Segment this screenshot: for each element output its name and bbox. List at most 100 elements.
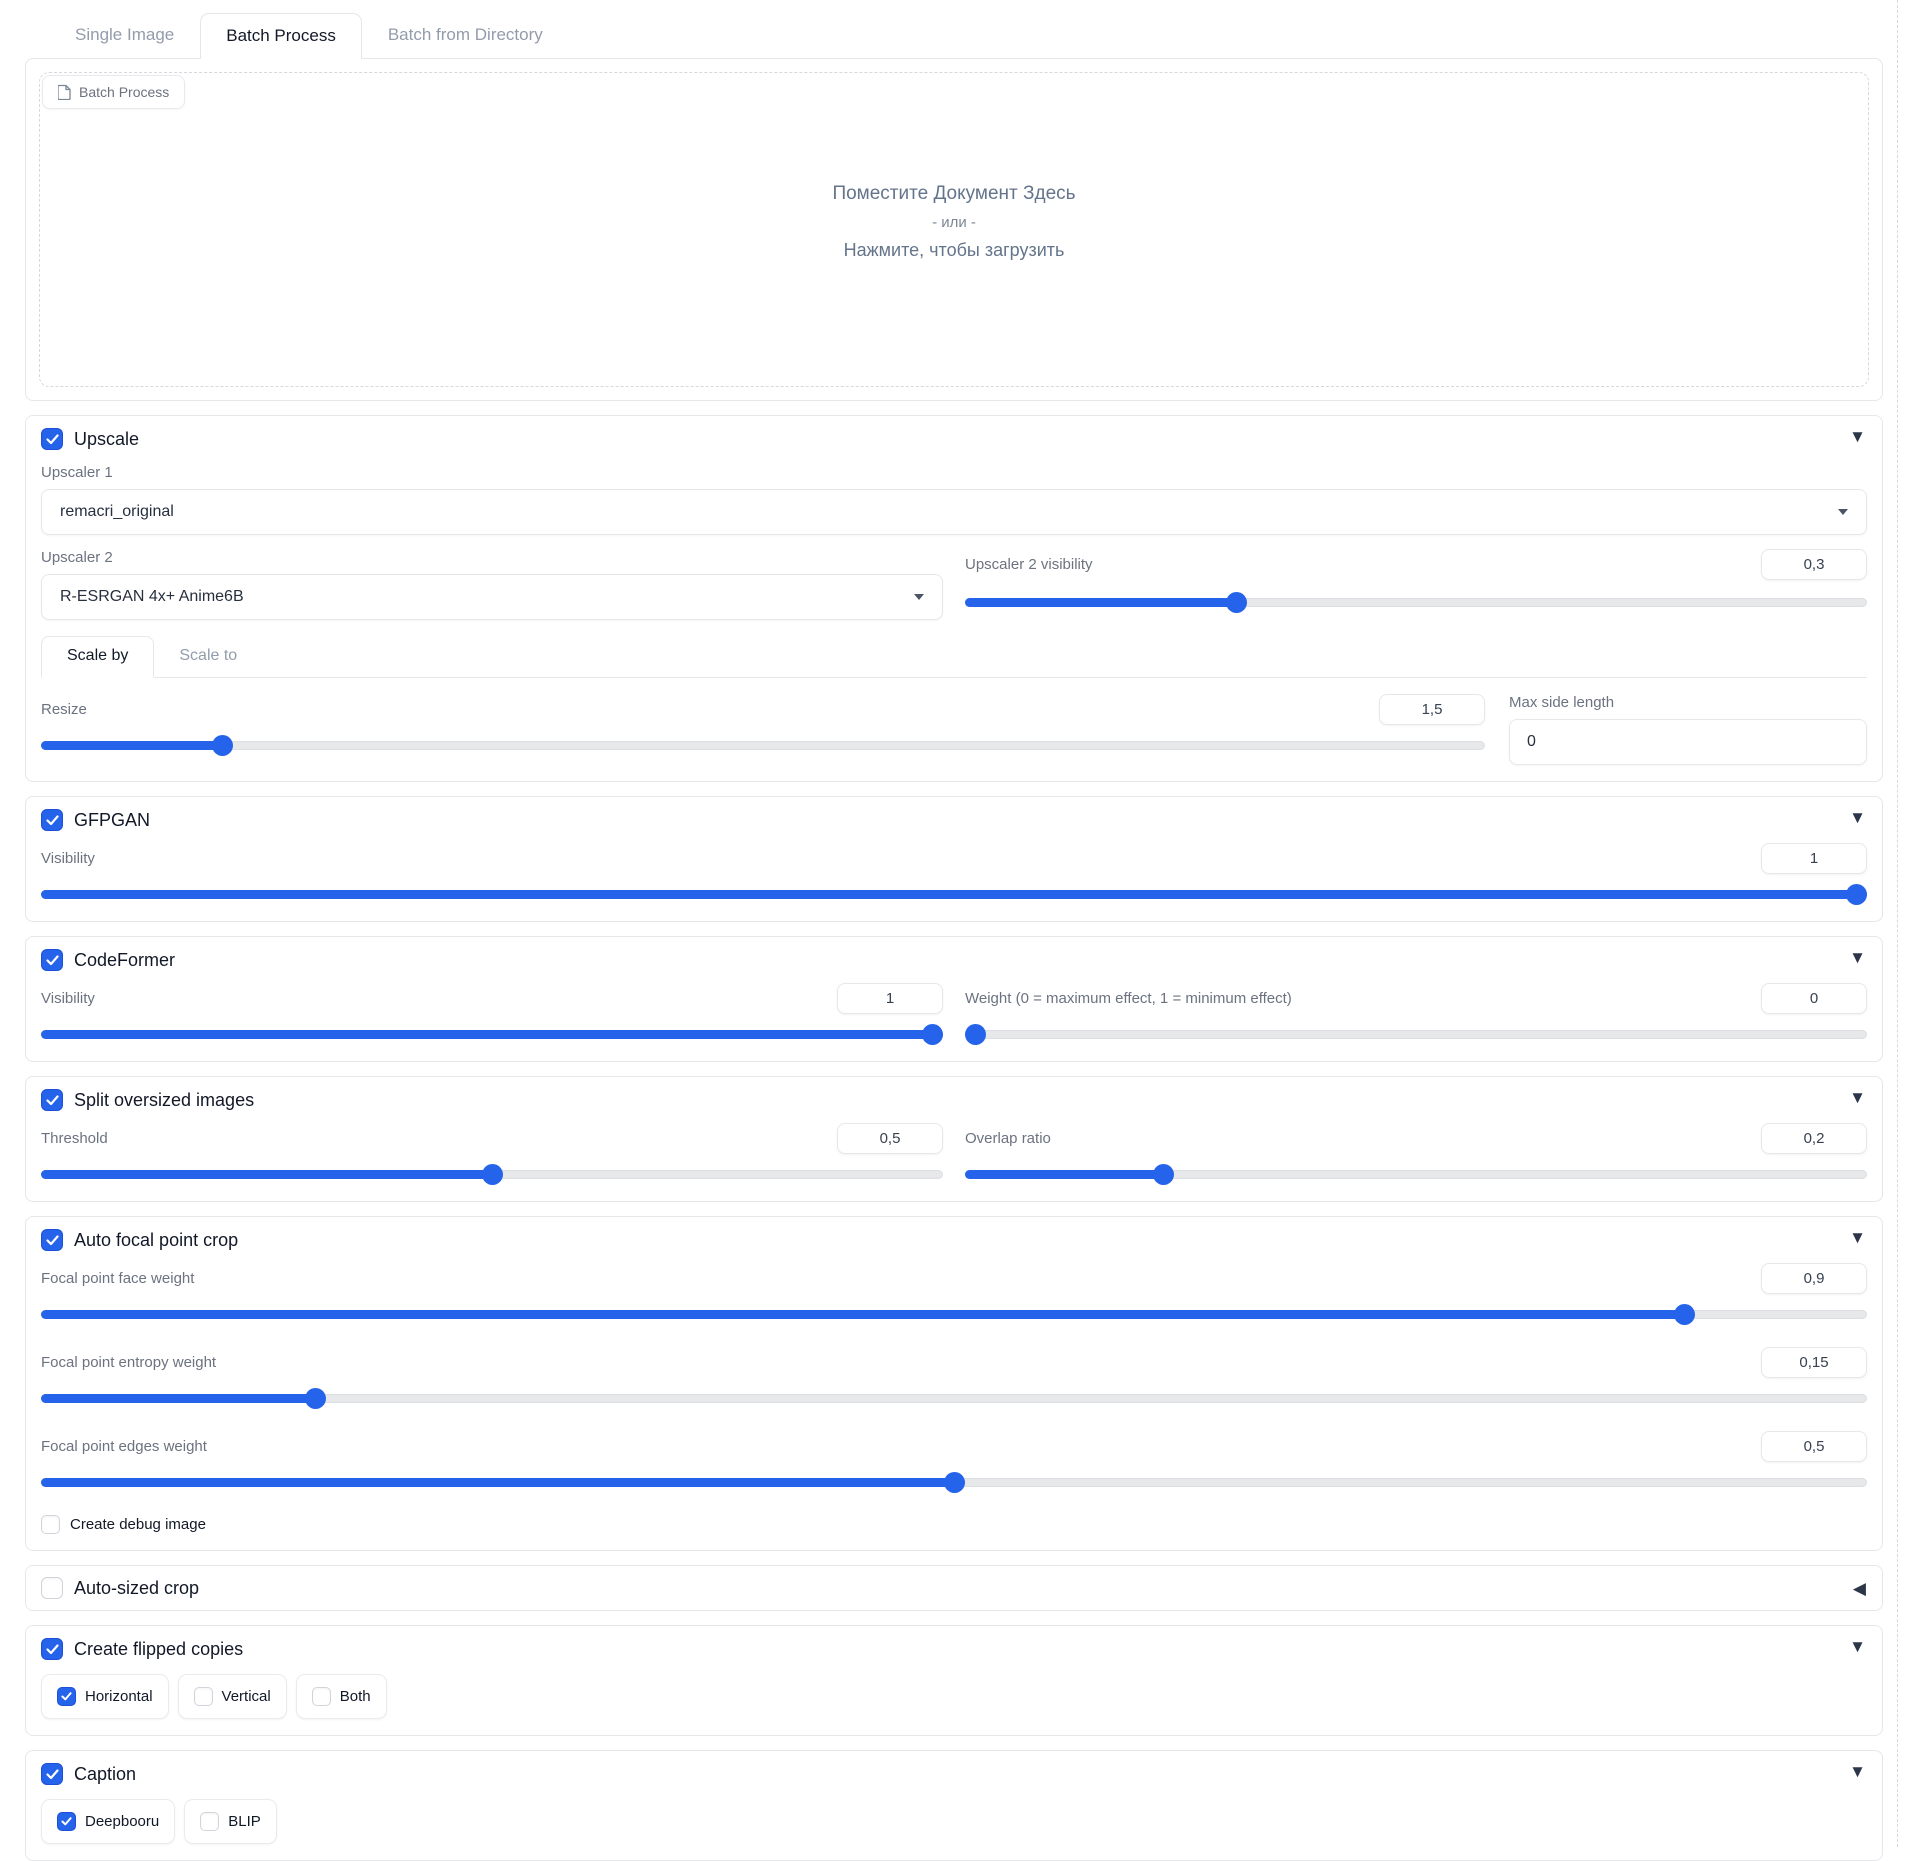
- gfpgan-checkbox[interactable]: [41, 809, 63, 831]
- chevron-down-icon: [1838, 509, 1848, 515]
- codeformer-collapse-caret-icon[interactable]: ▼: [1849, 949, 1866, 966]
- codeformer-weight-label: Weight (0 = maximum effect, 1 = minimum …: [965, 990, 1292, 1007]
- overlap-ratio-number-input[interactable]: 0,2: [1761, 1123, 1867, 1154]
- slider-thumb[interactable]: [1674, 1304, 1695, 1325]
- slider-thumb[interactable]: [1226, 592, 1247, 613]
- threshold-slider[interactable]: [41, 1164, 943, 1185]
- auto-sized-crop-collapsed-caret-icon[interactable]: ◀: [1853, 1580, 1866, 1597]
- deepbooru-checkbox[interactable]: [57, 1812, 76, 1831]
- focal-entropy-weight-label: Focal point entropy weight: [41, 1354, 216, 1371]
- dropzone-instructions: Поместите Документ Здесь - или - Нажмите…: [40, 73, 1868, 261]
- create-debug-image-checkbox[interactable]: [41, 1515, 60, 1534]
- auto-sized-crop-title: Auto-sized crop: [74, 1578, 199, 1599]
- slider-fill: [965, 1170, 1163, 1179]
- split-oversized-section: Split oversized images ▼ Threshold 0,5 O…: [25, 1076, 1883, 1202]
- threshold-number-input[interactable]: 0,5: [837, 1123, 943, 1154]
- split-collapse-caret-icon[interactable]: ▼: [1849, 1089, 1866, 1106]
- blip-checkbox[interactable]: [200, 1812, 219, 1831]
- blip-label: BLIP: [228, 1813, 261, 1830]
- codeformer-visibility-number-input[interactable]: 1: [837, 983, 943, 1014]
- file-icon: [58, 84, 71, 100]
- slider-thumb[interactable]: [944, 1472, 965, 1493]
- resize-number-input[interactable]: 1,5: [1379, 694, 1485, 725]
- tab-batch-process[interactable]: Batch Process: [200, 13, 362, 59]
- dropzone-line1: Поместите Документ Здесь: [40, 183, 1868, 205]
- dropzone-chip-label: Batch Process: [79, 84, 169, 100]
- tab-scale-by[interactable]: Scale by: [41, 636, 154, 678]
- horizontal-checkbox[interactable]: [57, 1687, 76, 1706]
- upscale-collapse-caret-icon[interactable]: ▼: [1849, 428, 1866, 445]
- gfpgan-visibility-number-input[interactable]: 1: [1761, 843, 1867, 874]
- codeformer-visibility-slider[interactable]: [41, 1024, 943, 1045]
- upscaler2-visibility-number-input[interactable]: 0,3: [1761, 549, 1867, 580]
- overlap-ratio-slider[interactable]: [965, 1164, 1867, 1185]
- vertical-checkbox[interactable]: [194, 1687, 213, 1706]
- focal-edges-weight-number-input[interactable]: 0,5: [1761, 1431, 1867, 1462]
- max-side-length-input[interactable]: 0: [1509, 719, 1867, 765]
- slider-thumb[interactable]: [482, 1164, 503, 1185]
- upscale-checkbox[interactable]: [41, 428, 63, 450]
- file-drop-zone[interactable]: Batch Process Поместите Документ Здесь -…: [39, 72, 1869, 387]
- resize-slider[interactable]: [41, 735, 1485, 756]
- flip-option-both[interactable]: Both: [296, 1674, 387, 1719]
- dropzone-line3: Нажмите, чтобы загрузить: [40, 240, 1868, 261]
- slider-thumb[interactable]: [212, 735, 233, 756]
- slider-fill: [41, 890, 1867, 899]
- create-flipped-copies-checkbox[interactable]: [41, 1638, 63, 1660]
- tab-batch-from-directory[interactable]: Batch from Directory: [362, 12, 569, 58]
- page-edge-dashed-border: [1897, 0, 1898, 1847]
- focal-collapse-caret-icon[interactable]: ▼: [1849, 1229, 1866, 1246]
- flipped-collapse-caret-icon[interactable]: ▼: [1849, 1638, 1866, 1655]
- focal-edges-weight-label: Focal point edges weight: [41, 1438, 207, 1455]
- auto-sized-crop-checkbox[interactable]: [41, 1577, 63, 1599]
- gfpgan-collapse-caret-icon[interactable]: ▼: [1849, 809, 1866, 826]
- tab-single-image[interactable]: Single Image: [49, 12, 200, 58]
- gfpgan-visibility-slider[interactable]: [41, 884, 1867, 905]
- codeformer-weight-slider[interactable]: [965, 1024, 1867, 1045]
- top-tab-bar: Single Image Batch Process Batch from Di…: [25, 12, 1883, 58]
- upscaler1-dropdown[interactable]: remacri_original: [41, 489, 1867, 535]
- focal-face-weight-slider[interactable]: [41, 1304, 1867, 1325]
- upscaler2-dropdown[interactable]: R-ESRGAN 4x+ Anime6B: [41, 574, 943, 620]
- flip-option-horizontal[interactable]: Horizontal: [41, 1674, 169, 1719]
- upscale-title: Upscale: [74, 429, 139, 450]
- focal-entropy-weight-number-input[interactable]: 0,15: [1761, 1347, 1867, 1378]
- codeformer-title: CodeFormer: [74, 950, 175, 971]
- auto-focal-point-crop-title: Auto focal point crop: [74, 1230, 238, 1251]
- slider-fill: [41, 1394, 315, 1403]
- slider-thumb[interactable]: [965, 1024, 986, 1045]
- create-flipped-copies-section: Create flipped copies ▼ Horizontal Verti…: [25, 1625, 1883, 1736]
- upscaler1-value: remacri_original: [60, 503, 1838, 521]
- split-oversized-checkbox[interactable]: [41, 1089, 63, 1111]
- slider-fill: [41, 1030, 943, 1039]
- slider-fill: [965, 598, 1236, 607]
- both-label: Both: [340, 1688, 371, 1705]
- slider-fill: [41, 741, 222, 750]
- gfpgan-section: GFPGAN ▼ Visibility 1: [25, 796, 1883, 922]
- caption-section: Caption ▼ Deepbooru BLIP: [25, 1750, 1883, 1861]
- focal-edges-weight-slider[interactable]: [41, 1472, 1867, 1493]
- focal-face-weight-number-input[interactable]: 0,9: [1761, 1263, 1867, 1294]
- slider-thumb[interactable]: [1153, 1164, 1174, 1185]
- slider-thumb[interactable]: [922, 1024, 943, 1045]
- codeformer-checkbox[interactable]: [41, 949, 63, 971]
- upscaler2-visibility-slider[interactable]: [965, 592, 1867, 613]
- upscaler2-value: R-ESRGAN 4x+ Anime6B: [60, 588, 914, 606]
- caption-option-deepbooru[interactable]: Deepbooru: [41, 1799, 175, 1844]
- slider-track: [965, 1030, 1867, 1039]
- chevron-down-icon: [914, 594, 924, 600]
- codeformer-weight-number-input[interactable]: 0: [1761, 983, 1867, 1014]
- tab-scale-to[interactable]: Scale to: [154, 637, 262, 677]
- caption-checkbox[interactable]: [41, 1763, 63, 1785]
- slider-fill: [41, 1170, 492, 1179]
- auto-focal-point-crop-checkbox[interactable]: [41, 1229, 63, 1251]
- slider-fill: [41, 1310, 1684, 1319]
- flip-option-vertical[interactable]: Vertical: [178, 1674, 287, 1719]
- both-checkbox[interactable]: [312, 1687, 331, 1706]
- slider-thumb[interactable]: [305, 1388, 326, 1409]
- caption-option-blip[interactable]: BLIP: [184, 1799, 277, 1844]
- overlap-ratio-label: Overlap ratio: [965, 1130, 1051, 1147]
- slider-thumb[interactable]: [1846, 884, 1867, 905]
- focal-entropy-weight-slider[interactable]: [41, 1388, 1867, 1409]
- caption-collapse-caret-icon[interactable]: ▼: [1849, 1763, 1866, 1780]
